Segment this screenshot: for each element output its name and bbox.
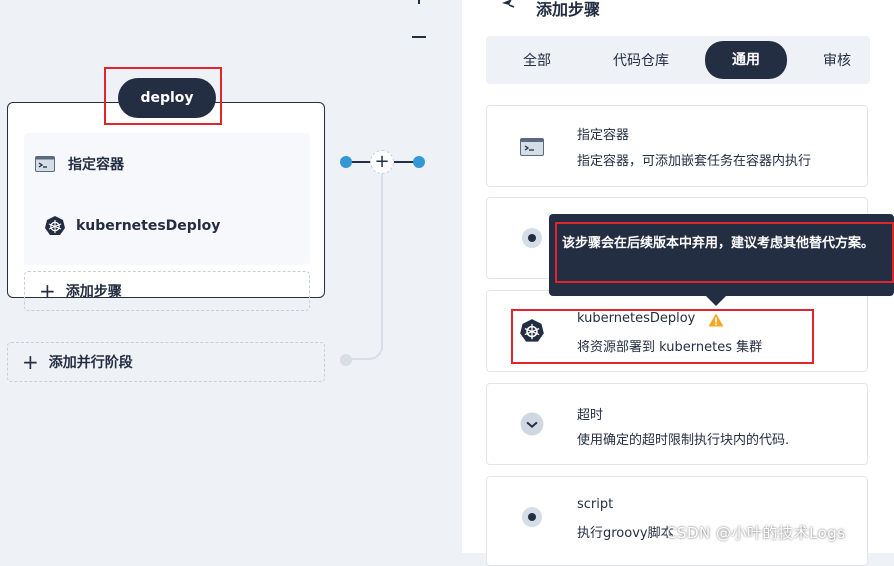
connector-dot	[340, 354, 352, 366]
add-step-label: 添加步骤	[65, 284, 122, 300]
highlight-box	[104, 67, 222, 125]
step-label: 指定容器	[68, 157, 124, 173]
tab-all[interactable]: 全部	[504, 46, 570, 76]
chevron-down-icon	[519, 411, 545, 437]
kubernetes-icon	[44, 215, 66, 237]
watermark: CSDN @小叶的技术Logs	[666, 524, 846, 542]
add-step-button[interactable]: + 添加步骤	[24, 271, 310, 311]
add-parallel-stage-button[interactable]: + 添加并行阶段	[7, 342, 325, 382]
panel-title: 添加步骤	[536, 0, 601, 19]
step-item-kubernetes[interactable]: kubernetesDeploy	[44, 215, 220, 237]
terminal-icon	[519, 134, 545, 160]
highlight-box	[511, 309, 814, 364]
tooltip-arrow	[704, 294, 728, 306]
step-label: kubernetesDeploy	[76, 218, 221, 234]
add-parallel-label: 添加并行阶段	[48, 355, 133, 371]
pipeline-canvas: 指定容器 kubernetesDeploy + 添加步骤 deploy + 添加…	[0, 0, 462, 553]
radio-icon	[519, 504, 545, 530]
category-tabs: 全部 代码仓库 通用 审核	[486, 36, 870, 84]
radio-icon	[519, 225, 545, 251]
step-card-description: 使用确定的超时限制执行块内的代码.	[577, 433, 790, 448]
connector-line	[381, 174, 383, 350]
tab-review[interactable]: 审核	[804, 46, 870, 76]
step-card-title: script	[577, 497, 614, 512]
connector-dot	[340, 156, 352, 168]
step-card-description: 指定容器，可添加嵌套任务在容器内执行	[577, 154, 812, 169]
step-card-container[interactable]: 指定容器 指定容器，可添加嵌套任务在容器内执行	[486, 105, 868, 187]
stage-card[interactable]: 指定容器 kubernetesDeploy + 添加步骤	[7, 102, 325, 311]
connector-curve	[346, 330, 383, 360]
plus-icon: +	[22, 350, 39, 374]
back-arrow-icon[interactable]	[500, 0, 516, 17]
step-card-description: 执行groovy脚本	[577, 526, 674, 541]
zoom-control-divider	[418, 0, 420, 4]
add-stage-plus-icon[interactable]: +	[370, 150, 394, 174]
zoom-out-button[interactable]	[412, 36, 426, 38]
step-card-title: 超时	[577, 408, 604, 423]
connector-dot	[413, 156, 425, 168]
tab-code-repo[interactable]: 代码仓库	[600, 46, 682, 76]
plus-icon: +	[39, 279, 56, 303]
tab-general[interactable]: 通用	[705, 41, 787, 79]
step-item-container[interactable]: 指定容器	[34, 153, 124, 175]
terminal-icon	[34, 153, 56, 175]
highlight-box	[555, 222, 894, 283]
step-card-timeout[interactable]: 超时 使用确定的超时限制执行块内的代码.	[486, 383, 868, 465]
stage-steps-container: 指定容器 kubernetesDeploy	[24, 133, 310, 265]
step-card-title: 指定容器	[577, 128, 630, 143]
